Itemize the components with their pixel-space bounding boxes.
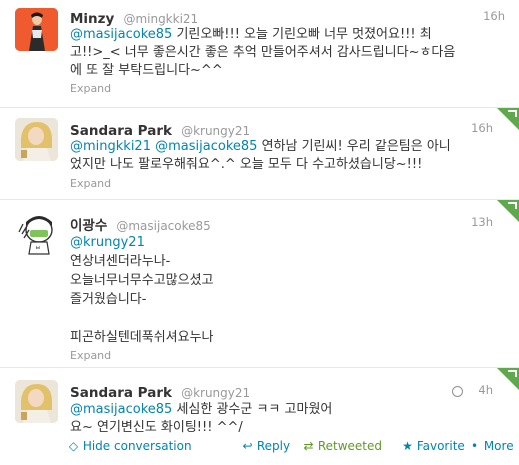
timestamp[interactable]: 16h	[471, 121, 493, 135]
hide-conversation-link[interactable]: ◇ Hide conversation	[68, 439, 192, 453]
text-segment: 기린오빠!!! 오늘 기린오빠 너무 멋졌어요!!! 최	[172, 27, 432, 42]
text-line: 고!!>_< 너무 좋은시간 좋은 추억 만들어주셔서 감사드립니다~ㅎ다음	[70, 45, 456, 60]
timestamp[interactable]: 4h	[478, 383, 493, 397]
text-line: 었지만 나도 팔로우해줘요^.^ 오늘 모두 다 수고하셨습니당~!!!	[70, 157, 423, 172]
text-line: 연상녀센더라누나-	[70, 254, 171, 269]
mention-link[interactable]: @mingkki21	[70, 139, 151, 154]
mention-link[interactable]: @masijacoke85	[70, 402, 172, 417]
text-line: 에 또 잘 부탁드립니다~^^	[70, 63, 223, 78]
tweet-text: @krungy21 연상녀센더라누나- 오늘너무너무수고많으셨고 즐거웠습니다-…	[70, 233, 505, 347]
tweet-header: 이광수 @masijacoke85 13h	[70, 214, 493, 234]
svg-text:ㅂ: ㅂ	[35, 245, 41, 252]
more-label: More	[483, 439, 514, 453]
globe-icon[interactable]	[452, 386, 463, 397]
avatar[interactable]	[15, 8, 58, 51]
text-line: 피곤하실텐데푹쉬셔요누나	[70, 330, 214, 345]
more-dots-icon: •	[470, 439, 479, 453]
star-icon: ★	[402, 439, 413, 453]
hide-conversation-label: Hide conversation	[82, 439, 192, 453]
retweet-icon: ⇄	[303, 439, 314, 453]
expand-link[interactable]: Expand	[70, 349, 111, 362]
author-name[interactable]: Minzy	[70, 11, 114, 27]
timestamp[interactable]: 16h	[483, 9, 505, 23]
text-line	[70, 309, 505, 328]
avatar[interactable]	[15, 380, 58, 423]
avatar[interactable]: ㅂ	[15, 212, 58, 255]
reply-icon: ↩	[242, 439, 253, 453]
text-line: @masijacoke85 기린오빠!!! 오늘 기린오빠 너무 멋졌어요!!!…	[70, 26, 505, 44]
text-line: @mingkki21 @masijacoke85 연하남 기린씨! 우리 같은팀…	[70, 138, 505, 156]
corner-check-icon	[508, 202, 517, 209]
tweet-header: Minzy @mingkki21 16h	[70, 8, 505, 27]
text-line: 즐거웠습니다-	[70, 292, 147, 307]
more-button[interactable]: • More	[469, 439, 514, 453]
retweeted-button[interactable]: ⇄ Retweeted	[303, 439, 382, 453]
tweet-text: @masijacoke85 기린오빠!!! 오늘 기린오빠 너무 멋졌어요!!!…	[70, 26, 505, 80]
author-username[interactable]: @krungy21	[181, 124, 250, 138]
tweet-header: Sandara Park @krungy21 16h	[70, 120, 493, 139]
expand-link[interactable]: Expand	[70, 82, 111, 95]
tweet-header: Sandara Park @krungy21 4h	[70, 382, 493, 401]
tweet-text: @mingkki21 @masijacoke85 연하남 기린씨! 우리 같은팀…	[70, 138, 505, 174]
tweet-text: @masijacoke85 세심한 광수군 ㅋㅋ 고마웠어 요~ 연기변신도 화…	[70, 401, 505, 437]
author-name[interactable]: Sandara Park	[70, 123, 172, 139]
mention-link[interactable]: @masijacoke85	[70, 27, 172, 42]
text-segment: 연하남 기린씨! 우리 같은팀은 아니	[257, 139, 451, 154]
corner-check-icon	[508, 370, 517, 377]
conversation-icon: ◇	[68, 439, 79, 453]
tweet-item[interactable]: Sandara Park @krungy21 16h @mingkki21 @m…	[0, 108, 519, 200]
author-name[interactable]: 이광수	[70, 218, 107, 234]
favorite-label: Favorite	[416, 439, 465, 453]
reply-label: Reply	[256, 439, 291, 453]
author-username[interactable]: @mingkki21	[123, 12, 198, 26]
expand-link[interactable]: Expand	[70, 177, 111, 190]
tweet-item[interactable]: Sandara Park @krungy21 4h @masijacoke85 …	[0, 368, 519, 465]
tweet-timeline: Minzy @mingkki21 16h @masijacoke85 기린오빠!…	[0, 0, 519, 465]
author-name[interactable]: Sandara Park	[70, 385, 172, 401]
text-line: 요~ 연기변신도 화이팅!!! ^^/	[70, 420, 243, 435]
author-username[interactable]: @masijacoke85	[116, 219, 210, 233]
corner-check-icon	[508, 110, 517, 117]
tweet-item[interactable]: ㅂ 이광수 @masijacoke85 13h @krungy21 연상녀센더라…	[0, 200, 519, 368]
text-line: 오늘너무너무수고많으셨고	[70, 273, 214, 288]
tweet-actions: ◇ Hide conversation ↩ Reply ⇄ Retweeted …	[68, 439, 514, 455]
tweet-item[interactable]: Minzy @mingkki21 16h @masijacoke85 기린오빠!…	[0, 0, 519, 108]
favorite-button[interactable]: ★ Favorite	[402, 439, 465, 453]
text-segment: 세심한 광수군 ㅋㅋ 고마웠어	[172, 402, 333, 417]
mention-link[interactable]: @krungy21	[70, 233, 505, 252]
timestamp[interactable]: 13h	[471, 215, 493, 229]
reply-button[interactable]: ↩ Reply	[242, 439, 290, 453]
author-username[interactable]: @krungy21	[181, 386, 250, 400]
retweeted-label: Retweeted	[317, 439, 382, 453]
text-line: @masijacoke85 세심한 광수군 ㅋㅋ 고마웠어	[70, 401, 505, 419]
avatar[interactable]	[15, 118, 58, 161]
mention-link[interactable]: @masijacoke85	[155, 139, 257, 154]
